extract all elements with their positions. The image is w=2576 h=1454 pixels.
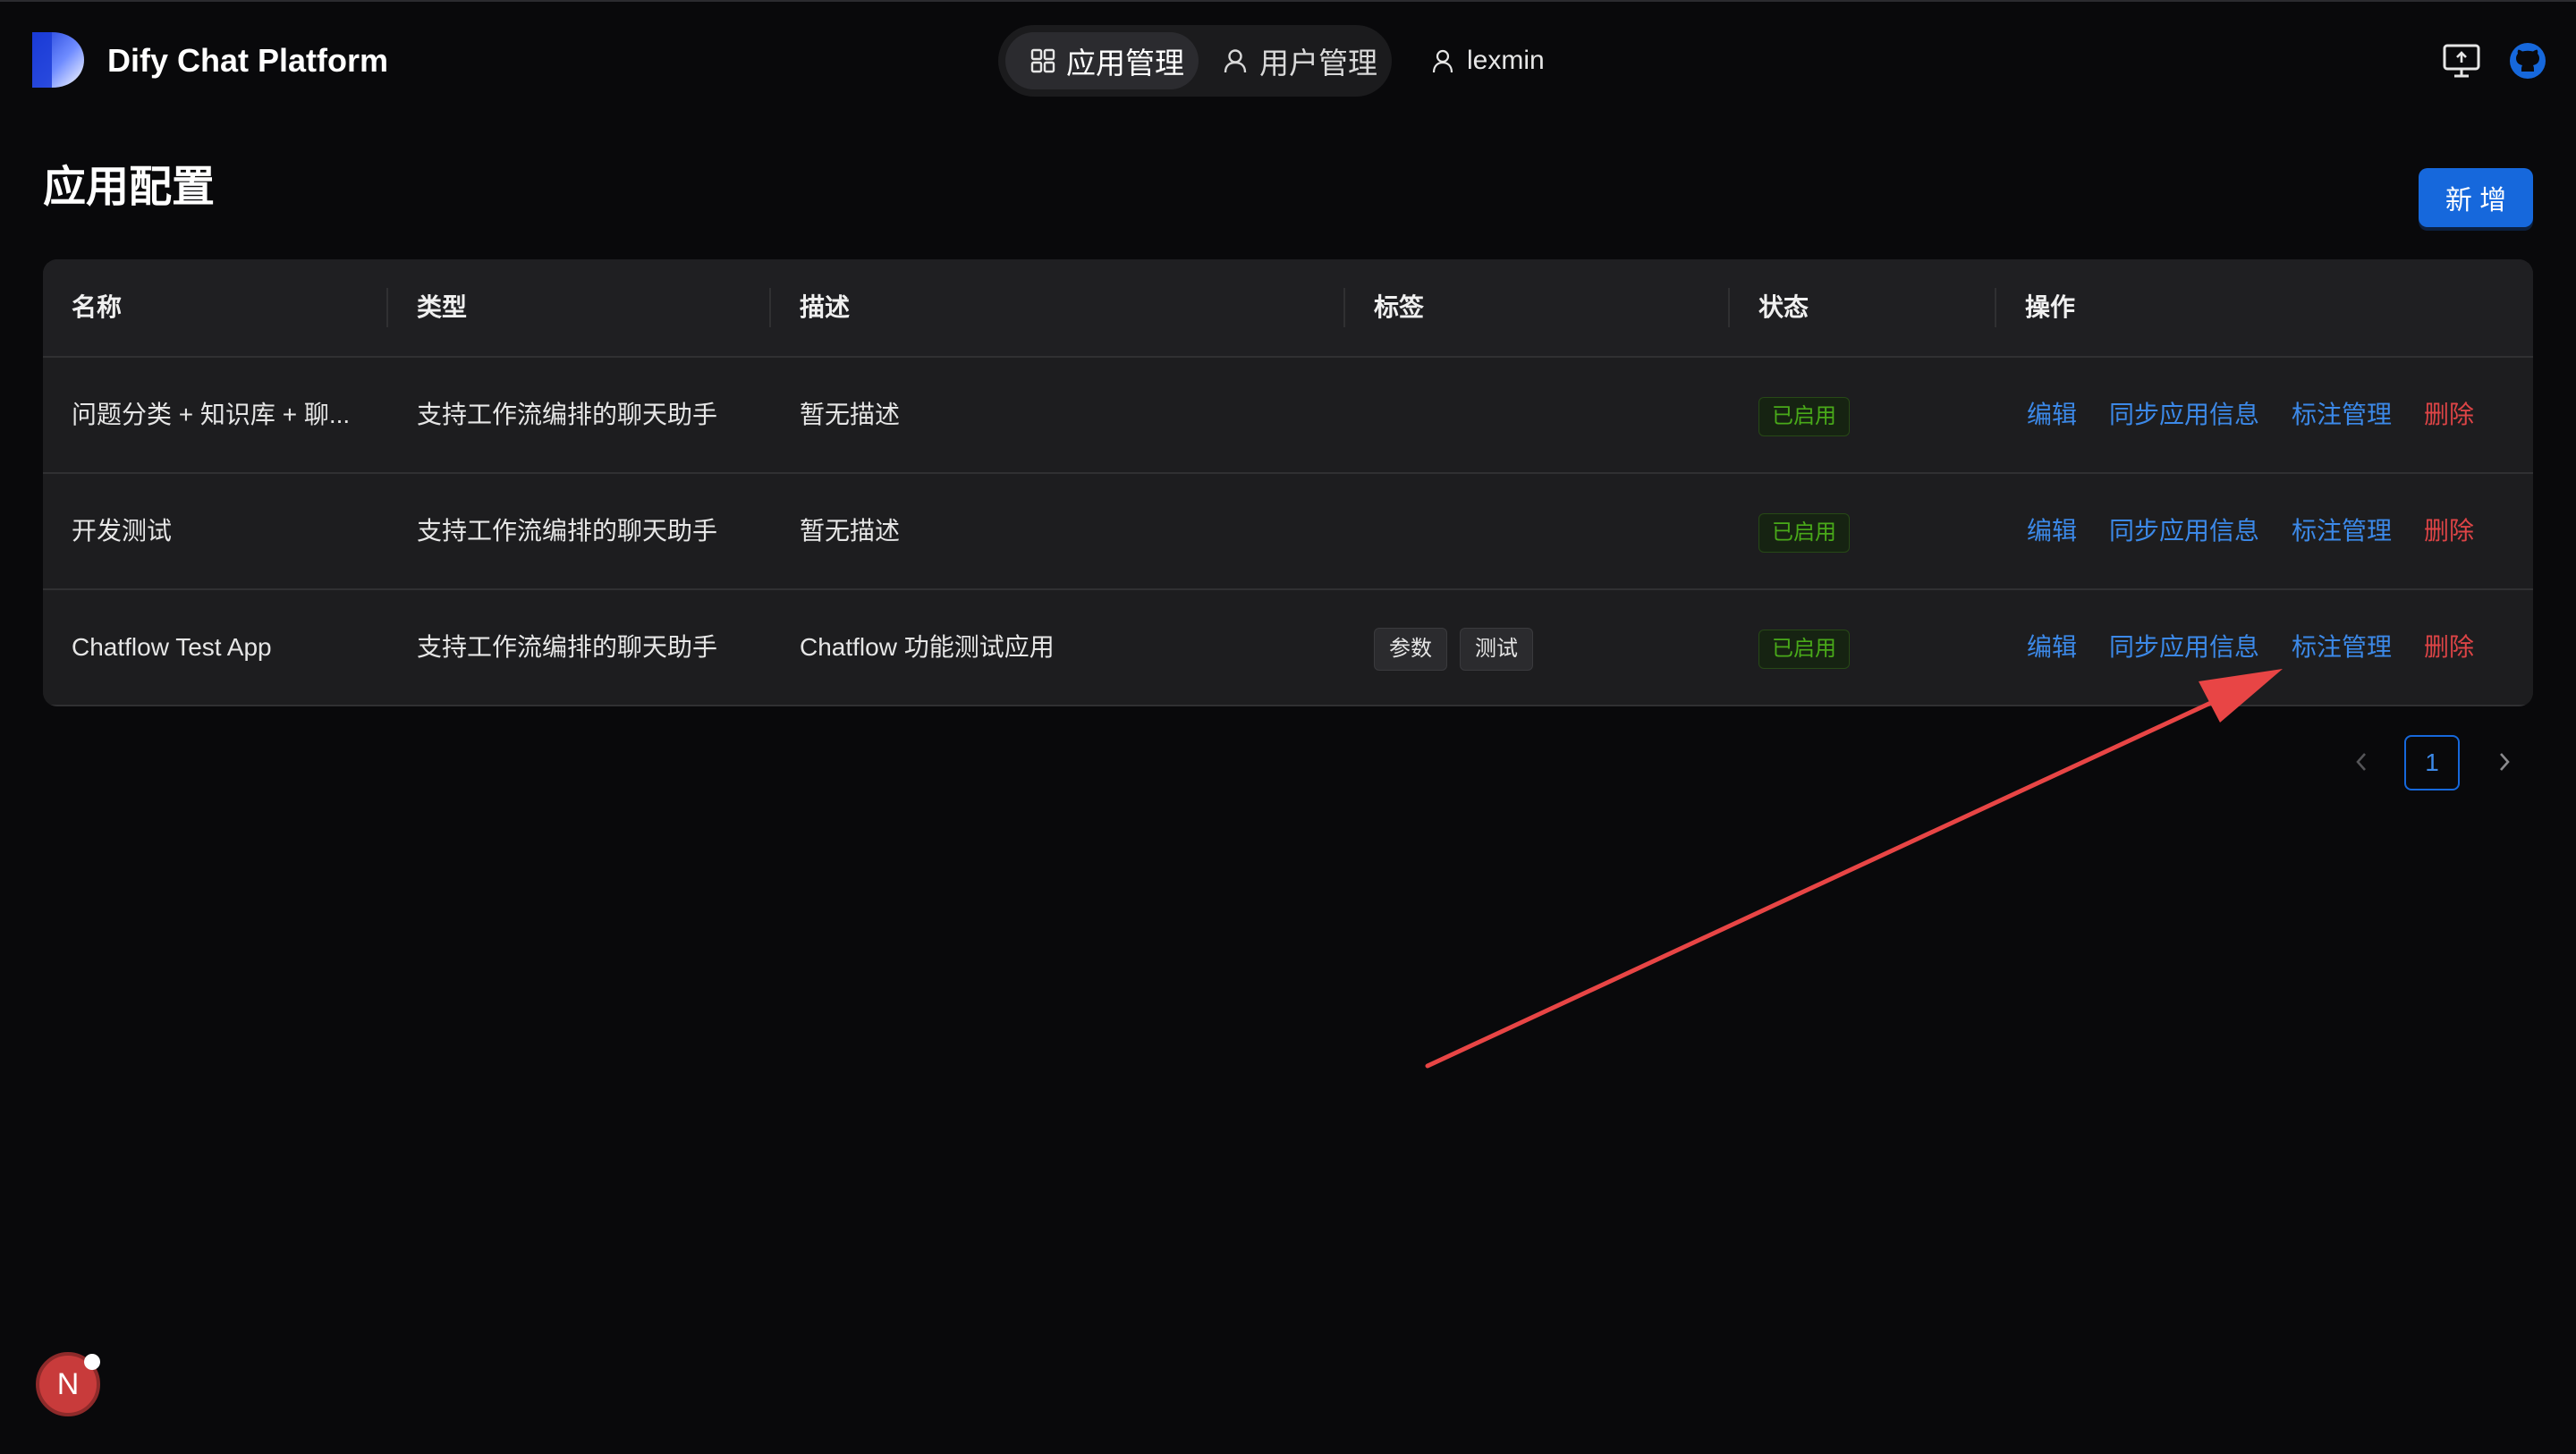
nav-label-app-management: 应用管理	[1066, 46, 1184, 80]
app-type-cell: 支持工作流编排的聊天助手	[417, 633, 718, 661]
annotation-management-link[interactable]: 标注管理	[2292, 474, 2392, 588]
edit-link[interactable]: 编辑	[2027, 590, 2077, 705]
page-number-button[interactable]: 1	[2404, 735, 2460, 790]
grid-icon	[1030, 48, 1055, 73]
sync-app-info-link[interactable]: 同步应用信息	[2109, 358, 2259, 472]
add-app-button[interactable]: 新 增	[2419, 168, 2533, 227]
app-desc-cell: 暂无描述	[800, 401, 901, 428]
notification-dot	[84, 1354, 100, 1370]
column-divider	[1995, 288, 1996, 327]
column-header-type: 类型	[417, 293, 468, 321]
column-divider	[1343, 288, 1345, 327]
annotation-management-link[interactable]: 标注管理	[2292, 358, 2392, 472]
app-desc-cell: Chatflow 功能测试应用	[800, 633, 1055, 661]
app-type-cell: 支持工作流编排的聊天助手	[417, 517, 718, 545]
column-header-name: 名称	[72, 293, 123, 321]
github-icon[interactable]	[2508, 41, 2547, 80]
table-row: 问题分类 + 知识库 + 聊... 支持工作流编排的聊天助手 暂无描述 已启用 …	[43, 358, 2533, 474]
annotation-arrow	[1425, 669, 2283, 1069]
desktop-icon[interactable]	[2442, 41, 2481, 80]
column-header-actions: 操作	[2025, 293, 2076, 321]
delete-link[interactable]: 删除	[2424, 590, 2474, 705]
app-desc-cell: 暂无描述	[800, 517, 901, 545]
app-name-cell: Chatflow Test App	[72, 633, 272, 661]
main-nav: 应用管理 用户管理	[998, 25, 1392, 97]
table-row: 开发测试 支持工作流编排的聊天助手 暂无描述 已启用 编辑 同步应用信息 标注管…	[43, 474, 2533, 590]
column-divider	[386, 288, 388, 327]
next-page-button[interactable]	[2478, 735, 2531, 789]
column-header-status: 状态	[1758, 293, 1809, 321]
nav-label-user-management: 用户管理	[1259, 46, 1377, 80]
sync-app-info-link[interactable]: 同步应用信息	[2109, 590, 2259, 705]
column-divider	[769, 288, 771, 327]
edit-link[interactable]: 编辑	[2027, 474, 2077, 588]
nav-item-app-management[interactable]: 应用管理	[1005, 32, 1199, 89]
app-type-cell: 支持工作流编排的聊天助手	[417, 401, 718, 428]
status-badge: 已启用	[1758, 630, 1850, 669]
brand-title: Dify Chat Platform	[107, 42, 389, 79]
app-config-table: 名称 类型 描述 标签 状态 操作 问题分类 + 知识库 + 聊... 支持工作…	[43, 259, 2533, 706]
edit-link[interactable]: 编辑	[2027, 358, 2077, 472]
app-name-cell: 开发测试	[72, 517, 173, 545]
table-row: Chatflow Test App 支持工作流编排的聊天助手 Chatflow …	[43, 590, 2533, 706]
status-badge: 已启用	[1758, 397, 1850, 436]
tag-chip: 参数	[1374, 628, 1447, 671]
dify-logo-icon	[32, 32, 84, 88]
top-header: Dify Chat Platform 应用管理 用户管理 lexmin	[0, 0, 2576, 116]
annotation-management-link[interactable]: 标注管理	[2292, 590, 2392, 705]
column-header-tags: 标签	[1374, 293, 1425, 321]
delete-link[interactable]: 删除	[2424, 474, 2474, 588]
status-badge: 已启用	[1758, 513, 1850, 553]
tag-chip: 测试	[1460, 628, 1533, 671]
page-title: 应用配置	[43, 164, 216, 211]
column-divider	[1728, 288, 1730, 327]
sync-app-info-link[interactable]: 同步应用信息	[2109, 474, 2259, 588]
chevron-left-icon	[2356, 753, 2366, 771]
username: lexmin	[1467, 46, 1545, 75]
table-header: 名称 类型 描述 标签 状态 操作	[43, 259, 2533, 358]
app-name-cell: 问题分类 + 知识库 + 聊...	[72, 401, 351, 428]
current-user[interactable]: lexmin	[1431, 41, 1545, 80]
column-header-desc: 描述	[800, 293, 851, 321]
delete-link[interactable]: 删除	[2424, 358, 2474, 472]
user-icon	[1432, 49, 1453, 73]
user-icon	[1224, 49, 1247, 73]
prev-page-button[interactable]	[2334, 735, 2388, 789]
nav-item-user-management[interactable]: 用户管理	[1209, 32, 1385, 89]
chevron-right-icon	[2500, 753, 2510, 771]
